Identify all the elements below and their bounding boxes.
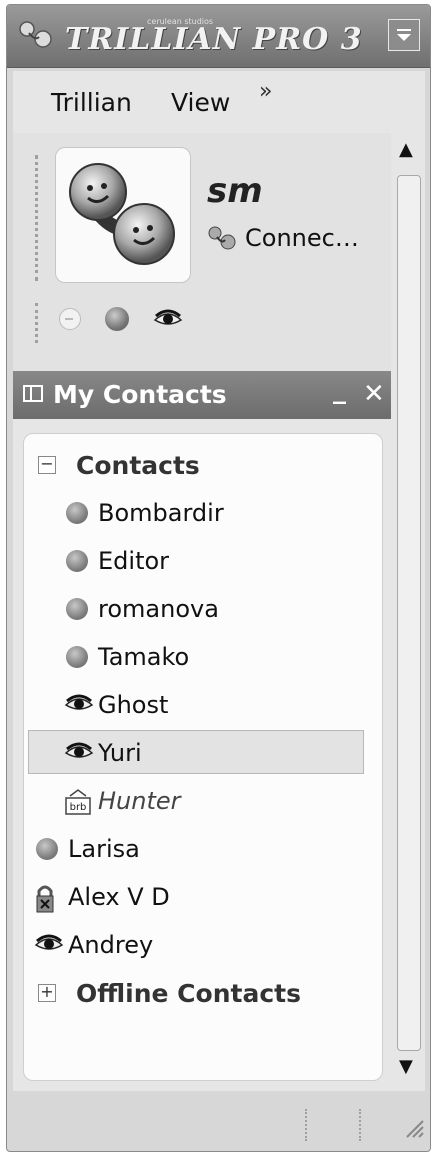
status-bar-divider — [305, 1109, 309, 1141]
trillian-window: TRILLIAN PRO 3 cerulean studios Trillian… — [6, 4, 431, 1152]
contact-name: Andrey — [68, 931, 154, 959]
status-bar-divider — [359, 1109, 363, 1141]
status-ball-icon — [64, 644, 90, 670]
contact-name: romanova — [98, 595, 219, 623]
contact-list: − Contacts Bombardir Editor romanova Tamako Gh… — [23, 433, 383, 1081]
svg-text:brb: brb — [70, 802, 87, 813]
menu-view[interactable]: View — [171, 88, 230, 117]
eye-icon — [34, 932, 64, 958]
minimize-button[interactable]: _ — [333, 375, 346, 405]
status-ball-icon — [64, 596, 90, 622]
main-panel: Trillian View » ▲ ▼ sm Connec… My Contac… — [13, 71, 425, 1091]
contact-name: Editor — [98, 547, 170, 575]
trillian-logo-icon — [19, 21, 52, 48]
status-bar — [13, 1097, 425, 1147]
trillian-smiley-avatar-icon — [69, 163, 175, 265]
vertical-scrollbar[interactable]: ▲ ▼ — [391, 131, 425, 1083]
eye-icon[interactable] — [153, 308, 183, 330]
scrollbar-track[interactable] — [397, 175, 421, 1051]
contact-name: Alex V D — [68, 883, 170, 911]
list-item[interactable]: Tamako — [24, 634, 382, 680]
contacts-window-titlebar[interactable]: My Contacts _ ✕ — [13, 371, 391, 419]
collapse-icon[interactable]: − — [38, 456, 56, 474]
group-label: Contacts — [76, 450, 200, 480]
list-item[interactable]: Yuri — [24, 730, 382, 776]
group-label: Offline Contacts — [76, 978, 301, 1008]
dropdown-menu-icon — [397, 29, 411, 41]
status-ball-icon — [64, 548, 90, 574]
online-status-ball-icon[interactable] — [105, 307, 129, 331]
scroll-up-arrow-icon[interactable]: ▲ — [399, 139, 413, 160]
profile-panel: sm Connec… — [13, 133, 391, 371]
connection-icon — [208, 226, 236, 250]
status-ball-icon — [64, 500, 90, 526]
contact-name: Tamako — [98, 643, 190, 671]
list-item[interactable]: Bombardir — [24, 490, 382, 536]
eye-icon — [64, 692, 94, 718]
contact-list-icon — [23, 385, 43, 402]
contact-name: Yuri — [98, 739, 142, 767]
contact-name: Bombardir — [98, 499, 224, 527]
list-item[interactable]: Editor — [24, 538, 382, 584]
protocol-icons — [59, 299, 183, 339]
scroll-down-arrow-icon[interactable]: ▼ — [399, 1056, 413, 1077]
connection-status-text: Connec… — [245, 224, 359, 252]
drag-grip[interactable] — [35, 155, 41, 281]
drag-grip[interactable] — [35, 303, 41, 343]
resize-grip-icon[interactable] — [403, 1117, 425, 1139]
app-logo-text: TRILLIAN PRO 3 — [65, 22, 363, 57]
status-ball-icon — [34, 836, 60, 862]
contact-name: Ghost — [98, 691, 169, 719]
close-button[interactable]: ✕ — [363, 379, 385, 409]
user-display-name[interactable]: sm — [207, 171, 263, 211]
connection-status[interactable]: Connec… — [207, 223, 359, 253]
lock-icon — [34, 884, 60, 913]
title-bar[interactable]: TRILLIAN PRO 3 cerulean studios — [7, 5, 430, 68]
contact-name: Larisa — [68, 835, 140, 863]
list-item[interactable]: brb Hunter — [24, 778, 382, 824]
list-item[interactable]: romanova — [24, 586, 382, 632]
contact-name: Hunter — [98, 787, 181, 815]
eye-icon — [64, 740, 94, 766]
user-avatar[interactable] — [55, 147, 191, 283]
offline-status-icon[interactable] — [59, 308, 81, 330]
list-item[interactable]: Ghost — [24, 682, 382, 728]
menu-overflow-chevron-icon[interactable]: » — [259, 79, 272, 104]
app-logo-subtext: cerulean studios — [147, 17, 214, 26]
contact-group[interactable]: − Contacts — [24, 442, 382, 488]
menu-bar: Trillian View » — [13, 71, 393, 131]
window-menu-button[interactable] — [388, 19, 420, 51]
list-item[interactable]: Andrey — [24, 922, 382, 968]
list-item[interactable]: Larisa — [24, 826, 382, 872]
contact-group[interactable]: + Offline Contacts — [24, 970, 382, 1016]
contacts-window-title: My Contacts — [53, 380, 227, 409]
menu-trillian[interactable]: Trillian — [51, 88, 132, 117]
brb-icon: brb — [64, 788, 91, 815]
expand-icon[interactable]: + — [38, 984, 56, 1002]
list-item[interactable]: Alex V D — [24, 874, 382, 920]
